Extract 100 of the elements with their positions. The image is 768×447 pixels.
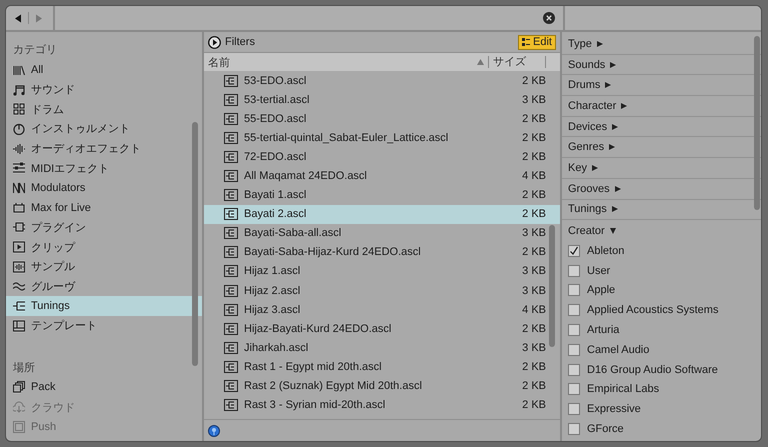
file-size: 2 KB — [522, 189, 546, 202]
checkbox[interactable] — [568, 422, 580, 435]
grid-icon — [13, 103, 25, 116]
edit-button[interactable]: Edit — [518, 34, 556, 50]
tuning-file-icon — [224, 265, 238, 278]
sidebar-item[interactable]: テンプレート — [6, 316, 202, 336]
sidebar-item[interactable]: クリップ — [6, 237, 202, 257]
sidebar-item[interactable]: オーディオエフェクト — [6, 138, 202, 158]
checkbox[interactable] — [568, 284, 580, 296]
sidebar-item[interactable]: Pack — [6, 378, 202, 398]
scrollbar[interactable] — [549, 225, 555, 347]
checkbox[interactable] — [568, 364, 580, 376]
checkbox[interactable] — [568, 264, 580, 277]
checkbox-label: Applied Acoustics Systems — [587, 304, 718, 316]
play-icon — [208, 36, 221, 48]
checkbox-label: Apple — [587, 284, 616, 296]
waveform-icon — [13, 142, 25, 155]
file-row[interactable]: Rast 3 - Syrian mid-20th.ascl 2 KB — [204, 396, 560, 415]
file-row[interactable]: Rast 2 (Suznak) Egypt Mid 20th.ascl 2 KB — [204, 376, 560, 396]
file-row[interactable]: Hijaz 2.ascl 3 KB — [204, 281, 560, 300]
file-row[interactable]: Hijaz-Bayati-Kurd 24EDO.ascl 2 KB — [204, 319, 560, 338]
filters-toggle[interactable]: Filters — [208, 36, 255, 48]
sidebar-item[interactable]: Tunings — [6, 296, 202, 316]
file-name: 53-tertial.ascl — [244, 94, 310, 106]
power-icon — [13, 122, 25, 135]
checkbox-label: D16 Group Audio Software — [587, 364, 718, 376]
file-row[interactable]: Hijaz 1.ascl 3 KB — [204, 262, 560, 282]
file-size: 2 KB — [522, 150, 546, 163]
file-size: 2 KB — [522, 132, 546, 144]
file-name: 55-EDO.ascl — [244, 112, 308, 125]
sidebar-item[interactable]: Max for Live — [6, 198, 202, 218]
file-name: Bayati-Saba-Hijaz-Kurd 24EDO.ascl — [244, 246, 422, 258]
stack-icon — [13, 381, 25, 394]
clear-icon[interactable] — [543, 12, 555, 24]
sliders-icon — [13, 162, 25, 174]
checkbox-label: User — [587, 264, 610, 277]
checkbox[interactable] — [568, 324, 580, 336]
template-icon — [13, 320, 25, 332]
file-name: Jiharkah.ascl — [244, 342, 310, 354]
tuning-file-icon — [224, 360, 238, 373]
file-row[interactable]: 55-EDO.ascl 2 KB — [204, 109, 560, 128]
file-row[interactable]: 72-EDO.ascl 2 KB — [204, 147, 560, 166]
column-header[interactable]: サイズ — [488, 56, 545, 68]
tuning-file-icon — [224, 132, 238, 144]
box-icon — [13, 202, 25, 214]
tuning-file-icon — [224, 380, 238, 392]
file-size: 3 KB — [522, 227, 546, 240]
file-size: 4 KB — [522, 304, 546, 316]
file-row[interactable]: Bayati 1.ascl 2 KB — [204, 186, 560, 205]
file-row[interactable]: Hijaz 3.ascl 4 KB — [204, 300, 560, 320]
file-row[interactable]: 53-EDO.ascl 2 KB — [204, 71, 560, 90]
filter-group[interactable]: Creator — [562, 220, 761, 241]
file-row[interactable]: 53-tertial.ascl 3 KB — [204, 90, 560, 110]
file-row[interactable]: Bayati-Saba-Hijaz-Kurd 24EDO.ascl 2 KB — [204, 242, 560, 262]
sidebar-item[interactable]: MIDIエフェクト — [6, 158, 202, 178]
tuning-file-icon — [224, 246, 238, 258]
section-heading: カテゴリ — [12, 43, 58, 58]
file-size: 2 KB — [522, 322, 546, 335]
checkbox[interactable] — [568, 304, 580, 316]
play-icon — [13, 241, 25, 254]
sidebar-item[interactable]: サンプル — [6, 256, 202, 277]
file-name: Bayati 2.ascl — [244, 208, 308, 220]
tuning-file-icon — [224, 227, 238, 240]
tuning-file-icon — [224, 342, 238, 354]
checkbox[interactable] — [568, 244, 580, 257]
column-header[interactable]: 名前 — [208, 54, 477, 70]
file-size: 2 KB — [522, 380, 546, 392]
left-triangle-icon — [14, 14, 22, 22]
sidebar-item[interactable]: サウンド — [6, 80, 202, 100]
file-name: All Maqamat 24EDO.ascl — [244, 170, 368, 182]
file-name: Rast 3 - Syrian mid-20th.ascl — [244, 399, 386, 412]
cloud-icon — [13, 401, 25, 414]
tuning-file-icon — [224, 74, 238, 87]
file-name: Rast 2 (Suznak) Egypt Mid 20th.ascl — [244, 380, 423, 392]
file-row[interactable]: Bayati-Saba-all.ascl 3 KB — [204, 224, 560, 243]
section-heading: 場所 — [12, 360, 36, 376]
file-row[interactable]: Bayati 2.ascl 2 KB — [204, 204, 560, 224]
file-row[interactable]: 55-tertial-quintal_Sabat-Euler_Lattice.ascl 2 KB — [204, 128, 560, 148]
sidebar-item[interactable]: All — [6, 60, 202, 80]
file-size: 3 KB — [522, 284, 546, 297]
scrollbar[interactable] — [754, 36, 760, 210]
file-name: Bayati 1.ascl — [244, 189, 308, 202]
checkbox-label: Camel Audio — [587, 344, 650, 356]
file-name: Hijaz 1.ascl — [244, 265, 302, 278]
sidebar-item[interactable]: インストゥルメント — [6, 119, 202, 139]
checkbox[interactable] — [568, 403, 580, 416]
file-row[interactable]: Jiharkah.ascl 3 KB — [204, 338, 560, 358]
list-icon — [522, 38, 530, 46]
file-row[interactable]: Rast 1 - Egypt mid 20th.ascl 2 KB — [204, 357, 560, 376]
sidebar-item[interactable]: グルーヴ — [6, 276, 202, 296]
file-row[interactable]: All Maqamat 24EDO.ascl 4 KB — [204, 166, 560, 186]
tuning-file-icon — [224, 304, 238, 316]
preview-icon[interactable] — [208, 424, 220, 436]
scrollbar[interactable] — [192, 122, 198, 366]
sidebar-item[interactable]: ドラム — [6, 99, 202, 120]
sidebar-item[interactable]: プラグイン — [6, 218, 202, 238]
checkbox[interactable] — [568, 383, 580, 396]
sidebar-item[interactable]: Modulators — [6, 178, 202, 198]
checkbox[interactable] — [568, 344, 580, 356]
tuning-fork-icon — [13, 300, 25, 312]
